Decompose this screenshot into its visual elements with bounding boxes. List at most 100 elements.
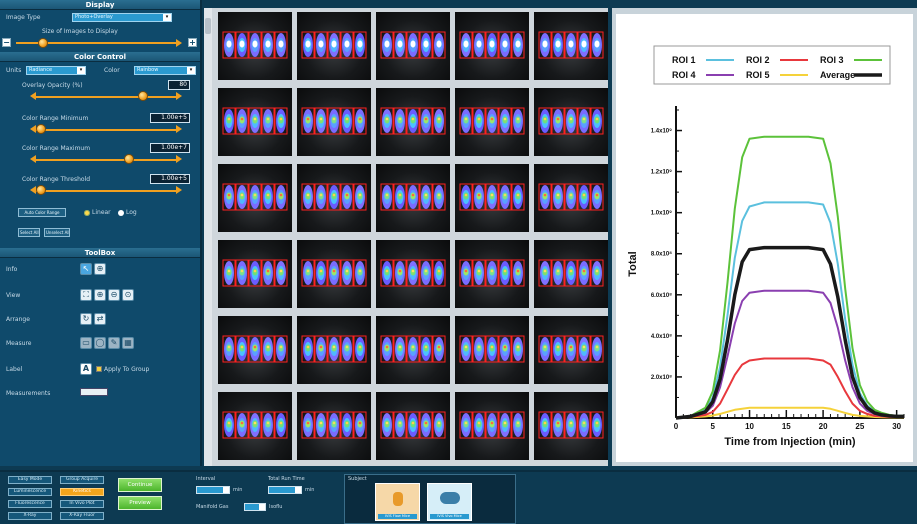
image-tile[interactable] bbox=[534, 240, 608, 308]
image-tile[interactable] bbox=[218, 240, 292, 308]
image-tile[interactable] bbox=[218, 392, 292, 460]
y-axis-label: Total bbox=[627, 251, 639, 276]
rectangle-roi-icon[interactable]: ▭ bbox=[80, 337, 92, 349]
image-tile[interactable] bbox=[297, 316, 371, 384]
image-tile[interactable] bbox=[534, 88, 608, 156]
interval-input[interactable] bbox=[196, 486, 230, 494]
overlay-opacity-input[interactable]: 80 bbox=[168, 80, 190, 90]
zoom-reset-icon[interactable]: ⊙ bbox=[122, 289, 134, 301]
series-line-roi-3 bbox=[675, 135, 904, 419]
image-tile[interactable] bbox=[297, 240, 371, 308]
size-right-arrow-icon[interactable] bbox=[176, 39, 182, 47]
mode-luminescence[interactable]: Luminescence bbox=[8, 488, 52, 496]
threshold-input[interactable]: 1.00e+5 bbox=[150, 174, 190, 184]
mode-group-acquire[interactable]: Group Acquire bbox=[60, 476, 104, 484]
x-tick-label: 0 bbox=[674, 422, 679, 431]
spinner-icon[interactable] bbox=[295, 487, 301, 493]
spinner-icon[interactable] bbox=[259, 504, 265, 510]
image-tile[interactable] bbox=[455, 316, 529, 384]
mode-fluorescence[interactable]: Fluorescence bbox=[8, 500, 52, 508]
mode-kinetics[interactable]: Kinetics bbox=[60, 488, 104, 496]
crosshair-icon[interactable]: ⊕ bbox=[94, 263, 106, 275]
threshold-slider-track[interactable] bbox=[36, 190, 176, 192]
image-tile[interactable] bbox=[534, 12, 608, 80]
auto-color-range-button[interactable]: Auto Color Range bbox=[18, 208, 66, 217]
threshold-slider-knob[interactable] bbox=[36, 185, 46, 195]
image-tile[interactable] bbox=[376, 240, 450, 308]
image-tile[interactable] bbox=[534, 316, 608, 384]
size-slider-knob[interactable] bbox=[38, 38, 48, 48]
image-tile[interactable] bbox=[297, 392, 371, 460]
range-max-input[interactable]: 1.00e+7 bbox=[150, 143, 190, 153]
image-tile[interactable] bbox=[376, 12, 450, 80]
opacity-right-arrow-icon[interactable] bbox=[176, 92, 182, 100]
image-tile[interactable] bbox=[376, 316, 450, 384]
image-type-select[interactable]: Photo+Overlay ▾ bbox=[72, 13, 172, 22]
image-tile[interactable] bbox=[534, 164, 608, 232]
range-max-slider-track[interactable] bbox=[36, 159, 176, 161]
mode-in-vivo-plot[interactable]: In Vivo Plot bbox=[60, 500, 104, 508]
grid-scrollbar[interactable] bbox=[204, 8, 212, 466]
image-tile[interactable] bbox=[455, 164, 529, 232]
image-tile[interactable] bbox=[455, 12, 529, 80]
image-tile[interactable] bbox=[297, 164, 371, 232]
image-tile[interactable] bbox=[455, 240, 529, 308]
mouse-overlay-image bbox=[222, 335, 288, 363]
threshold-right-arrow-icon[interactable] bbox=[176, 186, 182, 194]
size-plus-button[interactable]: + bbox=[188, 38, 197, 47]
select-all-button[interactable]: Select All bbox=[18, 228, 40, 237]
flip-icon[interactable]: ⇄ bbox=[94, 313, 106, 325]
zoom-out-icon[interactable]: ⊖ bbox=[108, 289, 120, 301]
image-tile[interactable] bbox=[218, 88, 292, 156]
zoom-in-icon[interactable]: ⊕ bbox=[94, 289, 106, 301]
subject-card-1[interactable]: IVIS Flow Mice bbox=[375, 483, 420, 521]
image-tile[interactable] bbox=[218, 164, 292, 232]
continue-button[interactable]: Continue bbox=[118, 478, 162, 492]
image-tile[interactable] bbox=[376, 164, 450, 232]
spinner-icon[interactable] bbox=[223, 487, 229, 493]
mode-easy-mode[interactable]: Easy Mode bbox=[8, 476, 52, 484]
units-select[interactable]: Radiance ▾ bbox=[26, 66, 86, 75]
mode-x-ray-fluor[interactable]: X-Ray Fluor bbox=[60, 512, 104, 520]
range-max-slider-knob[interactable] bbox=[124, 154, 134, 164]
grid-roi-icon[interactable]: ▦ bbox=[122, 337, 134, 349]
unselect-all-button[interactable]: Unselect All bbox=[44, 228, 70, 237]
image-tile[interactable] bbox=[297, 12, 371, 80]
range-min-slider-track[interactable] bbox=[36, 129, 176, 131]
color-select[interactable]: Rainbow ▾ bbox=[134, 66, 196, 75]
mode-x-ray[interactable]: X-Ray bbox=[8, 512, 52, 520]
pointer-icon[interactable]: ↖ bbox=[80, 263, 92, 275]
preview-button[interactable]: Preview bbox=[118, 496, 162, 510]
range-min-slider-knob[interactable] bbox=[36, 124, 46, 134]
range-min-label: Color Range Minimum bbox=[22, 115, 89, 122]
freehand-roi-icon[interactable]: ✎ bbox=[108, 337, 120, 349]
ellipse-roi-icon[interactable]: ◯ bbox=[94, 337, 106, 349]
image-tile[interactable] bbox=[455, 88, 529, 156]
fit-icon[interactable]: ⛶ bbox=[80, 289, 92, 301]
subject-card-2[interactable]: IVIS Vivo Mice bbox=[427, 483, 472, 521]
range-min-right-arrow-icon[interactable] bbox=[176, 125, 182, 133]
total-run-input[interactable] bbox=[268, 486, 302, 494]
chevron-down-icon: ▾ bbox=[77, 67, 85, 74]
range-max-right-arrow-icon[interactable] bbox=[176, 155, 182, 163]
grid-scrollbar-thumb[interactable] bbox=[205, 18, 211, 34]
opacity-slider-knob[interactable] bbox=[138, 91, 148, 101]
range-min-input[interactable]: 1.00e+5 bbox=[150, 113, 190, 123]
image-tile[interactable] bbox=[297, 88, 371, 156]
image-tile[interactable] bbox=[455, 392, 529, 460]
text-label-icon[interactable]: A bbox=[80, 363, 92, 375]
linear-radio[interactable] bbox=[84, 210, 90, 216]
image-tile[interactable] bbox=[218, 316, 292, 384]
opacity-slider-track[interactable] bbox=[36, 96, 176, 98]
measurements-ruler-icon[interactable] bbox=[80, 388, 108, 396]
image-tile[interactable] bbox=[534, 392, 608, 460]
log-radio[interactable] bbox=[118, 210, 124, 216]
manifold-input[interactable] bbox=[244, 503, 266, 511]
apply-group-checkbox[interactable] bbox=[96, 366, 102, 372]
image-tile[interactable] bbox=[376, 392, 450, 460]
image-tile[interactable] bbox=[376, 88, 450, 156]
chart-panel: ROI 1 ROI 2 ROI 3 ROI 4 ROI 5 Average 2.0x10⁸ 4… bbox=[612, 8, 917, 466]
size-minus-button[interactable]: − bbox=[2, 38, 11, 47]
image-tile[interactable] bbox=[218, 12, 292, 80]
rotate-icon[interactable]: ↻ bbox=[80, 313, 92, 325]
